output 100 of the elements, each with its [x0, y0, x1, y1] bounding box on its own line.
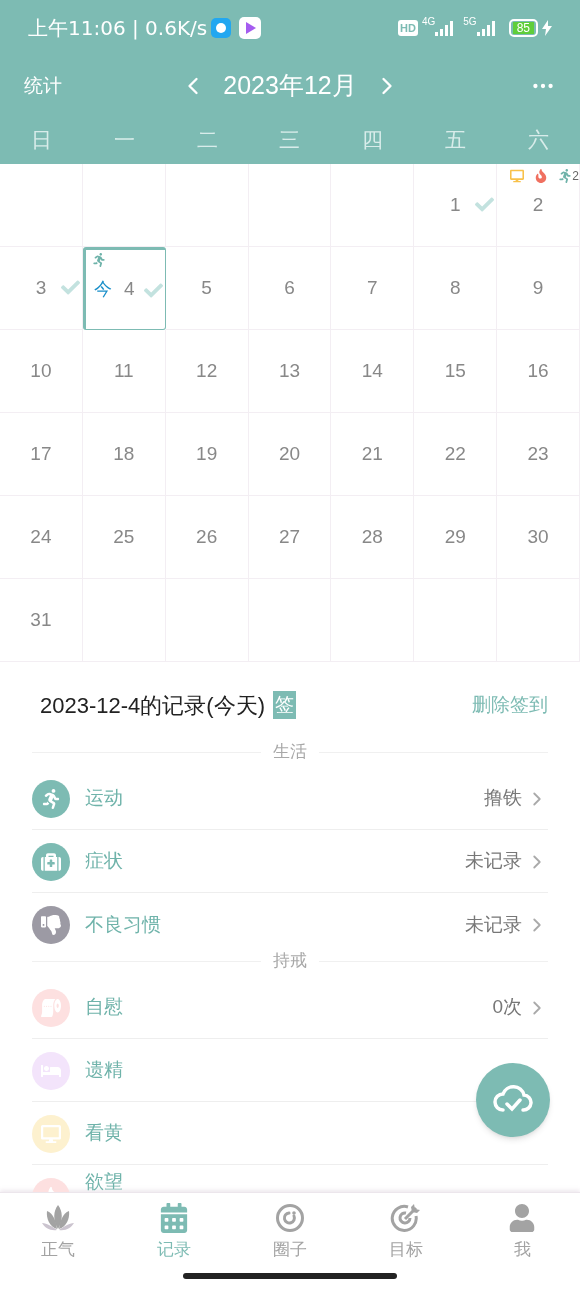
- calendar-day[interactable]: 25: [82, 496, 166, 579]
- day-number: 22: [444, 441, 466, 466]
- calendar-day[interactable]: 10: [0, 330, 83, 413]
- day-number: 30: [527, 524, 549, 549]
- calendar-day[interactable]: 21: [331, 413, 415, 496]
- calendar-day[interactable]: 5: [165, 247, 249, 330]
- user-icon: [508, 1204, 536, 1232]
- calendar-day[interactable]: 11: [82, 330, 166, 413]
- calendar-day[interactable]: 28: [331, 496, 415, 579]
- day-number: 12: [196, 358, 218, 383]
- day-number: 28: [361, 524, 383, 549]
- day-number: 6: [284, 275, 295, 300]
- nav-tab[interactable]: 记录: [116, 1201, 232, 1263]
- calendar-day[interactable]: 27: [248, 496, 332, 579]
- day-number: 1: [449, 192, 461, 217]
- row-label[interactable]: 看黄: [85, 1119, 123, 1148]
- day-number: 29: [444, 524, 466, 549]
- day-number: 3: [35, 275, 47, 300]
- day-number: 17: [30, 441, 52, 466]
- signal-icon: [435, 20, 456, 36]
- calendar-day[interactable]: 14: [331, 330, 415, 413]
- calendar-icon: [159, 1203, 189, 1233]
- section-title: 生活: [273, 741, 307, 764]
- day-number: 23: [527, 441, 549, 466]
- calendar-day[interactable]: 16: [497, 330, 580, 413]
- row-value: 未记录: [465, 912, 522, 937]
- cloud-sync-button[interactable]: [476, 1063, 550, 1137]
- status-time: 上午11:06 | 0.6K/s: [28, 15, 208, 42]
- calendar-day[interactable]: 2 2: [497, 164, 580, 247]
- charging-icon: [542, 20, 552, 36]
- weekday-label: 二: [195, 127, 219, 154]
- calendar-day[interactable]: 13: [248, 330, 332, 413]
- fire-icon: [534, 169, 549, 183]
- day-number: 24: [30, 524, 52, 549]
- lotus-icon: [41, 1203, 75, 1233]
- day-number: 31: [30, 607, 52, 632]
- calendar-day[interactable]: 20: [248, 413, 332, 496]
- weekday-label: 日: [29, 127, 53, 154]
- day-number: 27: [278, 524, 301, 549]
- row-label[interactable]: 自慰: [85, 993, 123, 1022]
- row-label[interactable]: 症状: [85, 847, 123, 876]
- weekday-label: 六: [527, 127, 551, 154]
- day-number: 19: [196, 441, 218, 466]
- calendar-day[interactable]: 19: [165, 413, 249, 496]
- calendar-day[interactable]: 9: [497, 247, 580, 330]
- day-number: 15: [444, 358, 466, 383]
- today-label: 今: [94, 278, 112, 301]
- calendar-day[interactable]: 1: [414, 164, 498, 247]
- day-number: 18: [113, 441, 135, 466]
- calendar-day[interactable]: 7: [331, 247, 415, 330]
- calendar-day[interactable]: 6: [248, 247, 332, 330]
- weekday-label: 一: [112, 127, 136, 154]
- stats-button[interactable]: 统计: [24, 71, 62, 101]
- nav-tab[interactable]: 目标: [348, 1201, 464, 1263]
- row-label[interactable]: 不良习惯: [85, 910, 161, 940]
- calendar-day[interactable]: 22: [414, 413, 498, 496]
- day-number: 8: [449, 275, 461, 300]
- ring-icon: [275, 1203, 305, 1233]
- row-value: 未记录: [465, 849, 522, 874]
- calendar-day[interactable]: 30: [497, 496, 580, 579]
- delete-checkin-link[interactable]: 删除签到: [472, 690, 548, 720]
- network-label: 4G: [421, 15, 436, 29]
- hd-indicator: HD: [398, 20, 418, 36]
- row-label[interactable]: 遗精: [85, 1056, 123, 1085]
- row-label[interactable]: 欲望: [85, 1168, 123, 1192]
- nav-tab[interactable]: 圈子: [232, 1201, 348, 1263]
- calendar-day[interactable]: 18: [82, 413, 166, 496]
- day-number: 7: [367, 275, 378, 300]
- play-app-icon: [239, 17, 262, 39]
- mark-count: 2: [572, 168, 579, 185]
- day-number: 26: [196, 524, 218, 549]
- section-title: 持戒: [273, 950, 307, 973]
- calendar-day[interactable]: 26: [165, 496, 249, 579]
- target-icon: [390, 1202, 422, 1234]
- chat-app-icon: [211, 18, 232, 38]
- calendar-day[interactable]: 今 4: [82, 247, 166, 330]
- calendar-day[interactable]: 12: [165, 330, 249, 413]
- battery-indicator: 85: [508, 19, 538, 37]
- row-label[interactable]: 运动: [85, 784, 123, 813]
- day-number: 20: [278, 441, 301, 466]
- runner-icon: [558, 169, 573, 183]
- calendar-day[interactable]: 8: [414, 247, 498, 330]
- row-value: 0次: [492, 995, 522, 1020]
- day-number: 10: [30, 358, 52, 383]
- calendar-day[interactable]: 24: [0, 496, 83, 579]
- calendar-day[interactable]: 31: [0, 579, 83, 662]
- calendar-day[interactable]: 29: [414, 496, 498, 579]
- network-label: 5G: [463, 15, 477, 29]
- calendar-day[interactable]: 23: [497, 413, 580, 496]
- calendar-day[interactable]: 15: [414, 330, 498, 413]
- nav-tab[interactable]: 我: [464, 1201, 580, 1263]
- nav-tab[interactable]: 正气: [0, 1201, 116, 1263]
- calendar-day[interactable]: 3: [0, 247, 83, 330]
- record-title: 2023-12-4的记录(今天): [40, 691, 265, 720]
- day-number: 16: [527, 358, 549, 383]
- day-number: 2: [532, 192, 544, 217]
- runner-icon: [91, 253, 106, 267]
- month-title: 2023年12月: [223, 70, 357, 102]
- row-value: 撸铁: [484, 786, 522, 811]
- calendar-day[interactable]: 17: [0, 413, 83, 496]
